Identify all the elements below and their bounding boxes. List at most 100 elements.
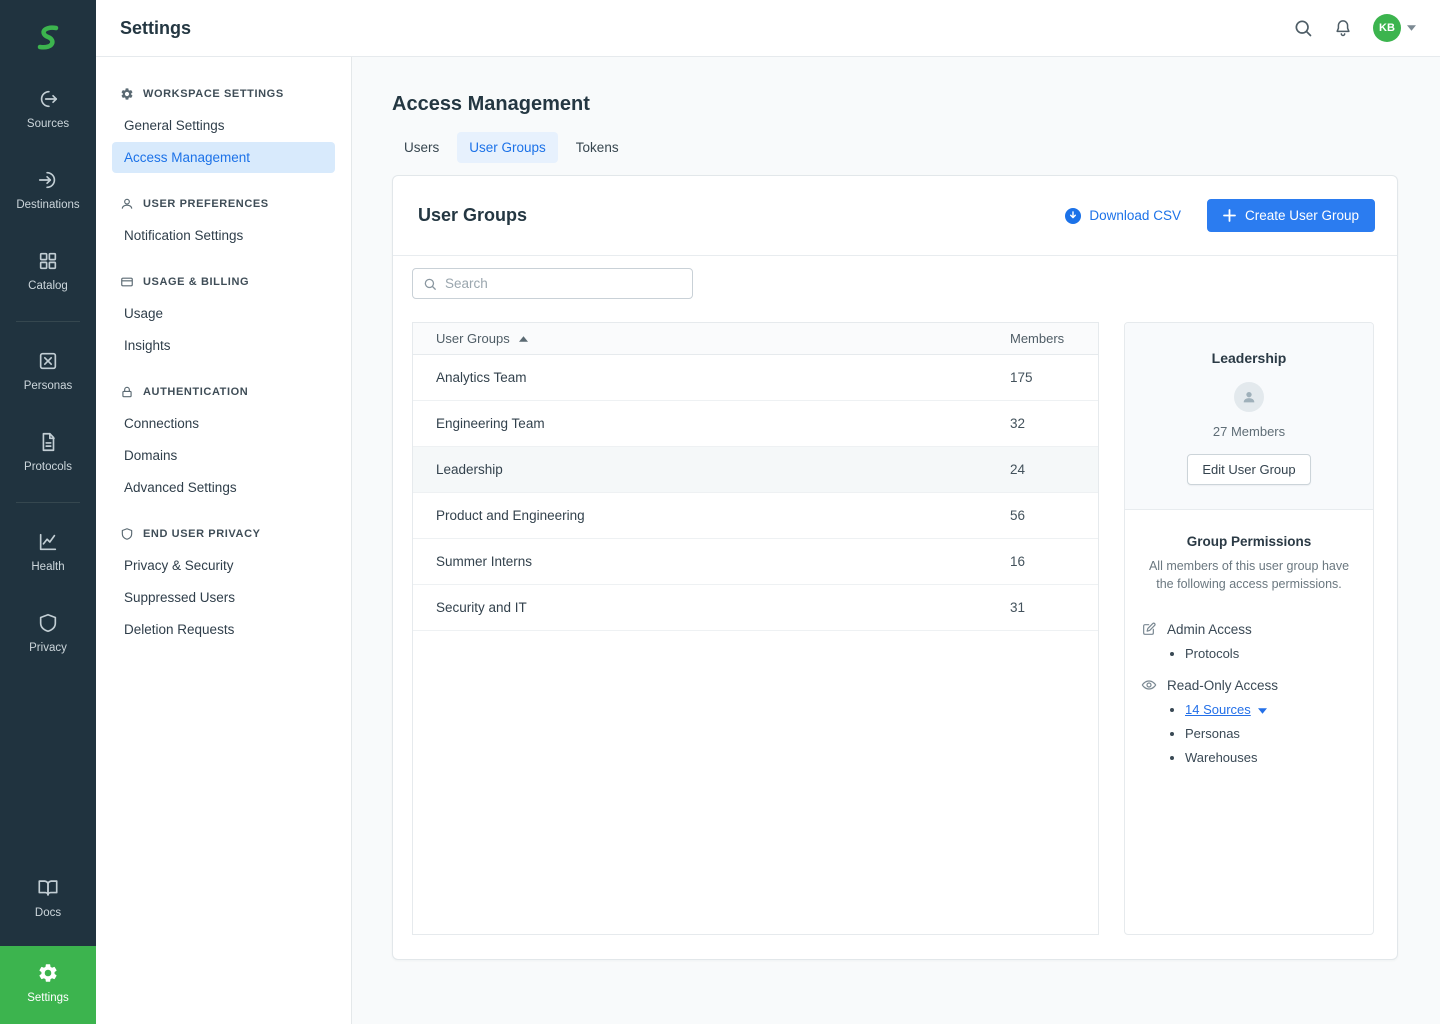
primary-nav-label: Sources [27,118,69,130]
download-csv-button[interactable]: Download CSV [1065,208,1181,224]
search-box[interactable] [412,268,693,299]
settings-nav-general-settings[interactable]: General Settings [112,110,335,141]
download-csv-label: Download CSV [1089,208,1181,223]
table-row[interactable]: Summer Interns 16 [413,539,1098,585]
settings-section-title: Usage & Billing [143,276,249,288]
settings-section-title: Workspace Settings [143,88,284,100]
table-row[interactable]: Product and Engineering 56 [413,493,1098,539]
admin-access-label: Admin Access [1167,622,1252,637]
settings-nav-access-management[interactable]: Access Management [112,142,335,173]
topbar: Settings KB [96,0,1440,57]
settings-nav-suppressed-users[interactable]: Suppressed Users [112,582,335,613]
tab-bar: Users User Groups Tokens [392,132,1398,163]
settings-section-title: User Preferences [143,198,269,210]
tab-user-groups[interactable]: User Groups [457,132,558,163]
primary-nav-catalog[interactable]: Catalog [0,238,96,305]
settings-nav-domains[interactable]: Domains [112,440,335,471]
section-title: Access Management [392,93,1398,116]
search-input[interactable] [445,276,682,291]
column-header-members: Members [1010,331,1082,346]
create-user-group-button[interactable]: Create User Group [1207,199,1375,232]
settings-section-title: End User Privacy [143,528,261,540]
table-row-selected[interactable]: Leadership 24 [413,447,1098,493]
settings-nav-notification-settings[interactable]: Notification Settings [112,220,335,251]
table-row[interactable]: Security and IT 31 [413,585,1098,631]
settings-nav-insights[interactable]: Insights [112,330,335,361]
privacy-shield-icon [37,612,59,634]
primary-nav-label: Health [31,561,64,573]
group-name: Leadership [1141,350,1357,366]
settings-section-usage-billing: Usage & Billing [112,267,335,297]
settings-section-user-preferences: User Preferences [112,189,335,219]
lock-icon [120,385,134,399]
segment-logo-icon [31,21,65,55]
create-user-group-label: Create User Group [1245,208,1359,223]
primary-nav-personas[interactable]: Personas [0,338,96,405]
user-icon [120,197,134,211]
page-title: Settings [120,18,191,39]
sort-ascending-icon [519,336,528,342]
readonly-access-group: Read-Only Access 14 Sources Personas War… [1141,677,1357,765]
search-icon [423,277,437,291]
primary-nav-health[interactable]: Health [0,519,96,586]
chevron-down-icon[interactable] [1258,708,1267,714]
search-icon[interactable] [1293,18,1313,38]
primary-sidebar: Sources Destinations Catalog Personas Pr… [0,0,96,1024]
download-icon [1065,208,1081,224]
column-header-user-groups[interactable]: User Groups [436,331,1010,346]
tab-tokens[interactable]: Tokens [564,132,631,163]
group-detail-panel: Leadership 27 Members Edit User Group Gr… [1124,322,1374,935]
sources-expand-link[interactable]: 14 Sources [1185,702,1251,717]
edit-user-group-button[interactable]: Edit User Group [1187,454,1310,485]
group-avatar-icon [1234,382,1264,412]
primary-nav-label: Docs [35,907,61,919]
settings-section-title: Authentication [143,386,248,398]
health-icon [37,531,59,553]
readonly-access-item-sources: 14 Sources [1185,702,1357,717]
tab-users[interactable]: Users [392,132,451,163]
table-header-row: User Groups Members [413,323,1098,355]
primary-nav-label: Personas [24,380,73,392]
readonly-access-item: Warehouses [1185,750,1357,765]
app-logo[interactable] [0,0,96,76]
protocols-icon [37,431,59,453]
sources-icon [37,88,59,110]
readonly-access-item: Personas [1185,726,1357,741]
primary-nav-label: Settings [27,992,69,1004]
settings-nav-advanced-settings[interactable]: Advanced Settings [112,472,335,503]
personas-icon [37,350,59,372]
primary-nav-destinations[interactable]: Destinations [0,157,96,224]
chevron-down-icon [1407,25,1416,31]
notifications-bell-icon[interactable] [1333,18,1353,38]
admin-access-group: Admin Access Protocols [1141,621,1357,661]
avatar: KB [1373,14,1401,42]
catalog-icon [37,250,59,272]
settings-section-workspace: Workspace Settings [112,79,335,109]
destinations-icon [37,169,59,191]
settings-nav-usage[interactable]: Usage [112,298,335,329]
primary-nav-label: Privacy [29,642,67,654]
account-menu[interactable]: KB [1373,14,1416,42]
primary-nav-label: Destinations [16,199,79,211]
group-members-count: 27 Members [1141,424,1357,439]
settings-nav-privacy-security[interactable]: Privacy & Security [112,550,335,581]
edit-square-icon [1141,621,1157,637]
primary-nav-sources[interactable]: Sources [0,76,96,143]
card-title: User Groups [418,205,527,226]
primary-nav-privacy[interactable]: Privacy [0,600,96,667]
primary-nav-settings[interactable]: Settings [0,946,96,1024]
primary-nav-protocols[interactable]: Protocols [0,419,96,486]
user-groups-table: User Groups Members Analytics Team 175 [412,322,1099,935]
table-row[interactable]: Engineering Team 32 [413,401,1098,447]
settings-section-end-user-privacy: End User Privacy [112,519,335,549]
admin-access-item: Protocols [1185,646,1357,661]
primary-nav-label: Catalog [28,280,68,292]
primary-nav-docs[interactable]: Docs [0,865,96,932]
plus-icon [1223,209,1236,222]
docs-icon [37,877,59,899]
settings-section-authentication: Authentication [112,377,335,407]
main-content: Access Management Users User Groups Toke… [352,57,1440,1024]
table-row[interactable]: Analytics Team 175 [413,355,1098,401]
settings-nav-connections[interactable]: Connections [112,408,335,439]
settings-nav-deletion-requests[interactable]: Deletion Requests [112,614,335,645]
